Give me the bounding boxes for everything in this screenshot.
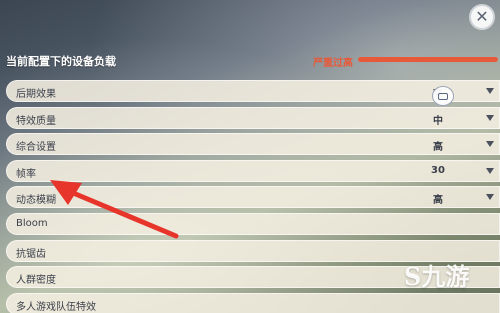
chevron-down-icon[interactable] [486,88,494,94]
setting-label: 抗锯齿 [16,248,46,260]
setting-row-frame-rate[interactable]: 帧率 30 [6,159,500,182]
setting-row-bloom[interactable]: Bloom [6,212,500,235]
setting-row-post-processing[interactable]: 后期效果 高 [6,80,500,102]
setting-label: 综合设置 [16,142,56,154]
watermark: S九游 [404,257,469,292]
watermark-text: 九游 [421,262,470,291]
chevron-down-icon[interactable] [486,141,494,148]
chevron-down-icon[interactable] [486,167,494,174]
setting-value: 高 [433,195,443,207]
close-icon: ✕ [475,7,489,26]
page-title: 当前配置下的设备负载 [6,55,116,68]
setting-label: 人群密度 [16,275,56,287]
setting-row-coop-effects[interactable]: 多人游戏队伍特效 [6,292,500,313]
chevron-down-icon[interactable] [486,114,494,121]
setting-row-motion-blur[interactable]: 动态模糊 高 [6,186,500,209]
chevron-down-icon[interactable] [486,194,494,201]
watermark-logo-icon: S [404,262,422,291]
setting-row-effects-quality[interactable]: 特效质量 中 [6,106,500,129]
setting-value: 中 [433,115,443,127]
load-status-label: 严重过高 [313,58,353,69]
close-button[interactable]: ✕ [469,4,495,30]
load-bar-fill [358,57,498,62]
setting-label: 后期效果 [16,89,56,100]
setting-row-overall[interactable]: 综合设置 高 [6,133,500,156]
setting-label: 动态模糊 [16,195,56,207]
setting-label: Bloom [16,217,48,229]
setting-label: 特效质量 [16,115,56,127]
setting-label: 多人游戏队伍特效 [16,301,96,313]
setting-label: 帧率 [16,168,36,180]
load-bar [358,57,498,62]
setting-value: 高 [433,142,443,154]
chat-icon[interactable] [432,86,454,106]
setting-value: 30 [431,164,445,176]
